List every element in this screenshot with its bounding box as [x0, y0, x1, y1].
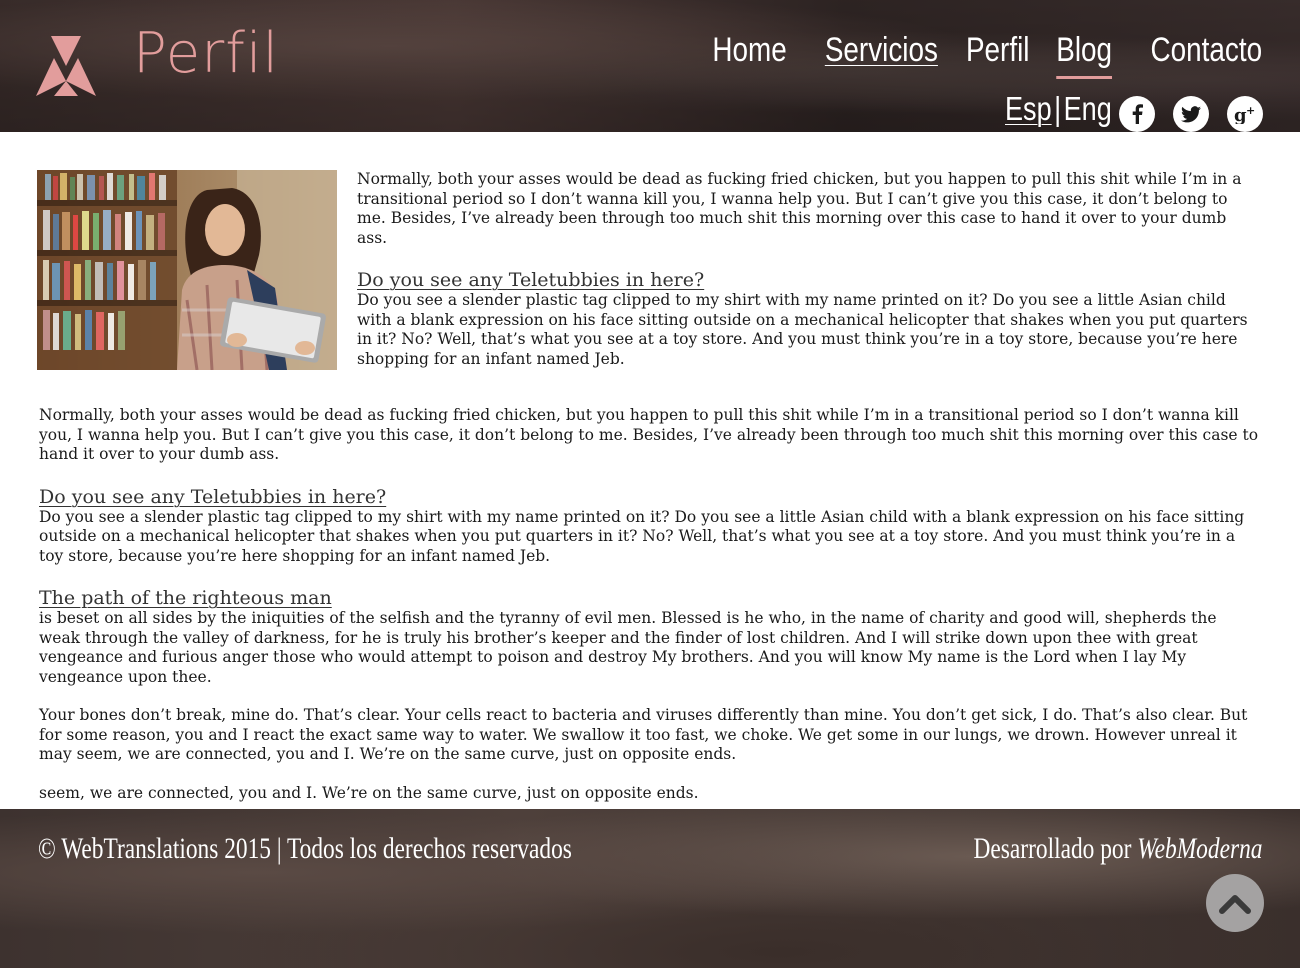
site-footer: © WebTranslations 2015 | Todos los derec… [0, 809, 1300, 968]
chevron-up-icon [1219, 895, 1251, 914]
section-heading-teletubbies[interactable]: Do you see any Teletubbies in here? [39, 486, 1261, 508]
intro-paragraph: Normally, both your asses would be dead … [357, 170, 1242, 247]
logo-icon[interactable] [36, 36, 96, 96]
google-plus-button[interactable]: g + [1227, 96, 1263, 132]
facebook-button[interactable] [1119, 96, 1155, 132]
svg-text:+: + [1246, 104, 1255, 117]
intro-heading-link[interactable]: Do you see any Teletubbies in here? [357, 269, 1260, 291]
lang-esp-link[interactable]: Esp [1005, 90, 1052, 127]
twitter-button[interactable] [1173, 96, 1209, 132]
body-paragraph-5: seem, we are connected, you and I. We’re… [39, 783, 699, 802]
nav-blog[interactable]: Blog [1056, 33, 1112, 79]
article-photo [37, 170, 337, 370]
nav-servicios[interactable]: Servicios [825, 33, 938, 73]
logo-text[interactable]: Perfil [133, 26, 279, 82]
copyright-text: © WebTranslations 2015 | Todos los derec… [38, 832, 572, 865]
lang-eng-link[interactable]: Eng [1064, 90, 1112, 127]
main-nav: Home Servicios Perfil Blog Contacto [696, 33, 1262, 79]
lang-separator: | [1054, 90, 1062, 127]
section-heading-righteous[interactable]: The path of the righteous man [39, 587, 1261, 609]
nav-contacto[interactable]: Contacto [1150, 33, 1262, 73]
back-to-top-button[interactable] [1206, 874, 1264, 932]
language-switcher: Esp|Eng [1005, 92, 1112, 125]
twitter-icon [1181, 105, 1201, 122]
google-plus-icon: g + [1234, 104, 1255, 124]
body-paragraph-1: Normally, both your asses would be dead … [39, 406, 1259, 463]
nav-perfil[interactable]: Perfil [966, 33, 1030, 73]
intro-paragraph-2: Do you see a slender plastic tag clipped… [357, 291, 1248, 368]
body-paragraph-4: Your bones don’t break, mine do. That’s … [39, 706, 1248, 763]
developer-link[interactable]: WebModerna [1137, 832, 1262, 865]
developer-credit: Desarrollado por WebModerna [973, 834, 1262, 864]
body-paragraph-2: Do you see a slender plastic tag clipped… [39, 507, 1245, 565]
developer-prefix: Desarrollado por [973, 832, 1137, 865]
nav-home[interactable]: Home [712, 33, 786, 73]
body-paragraph-3: is beset on all sides by the iniquities … [39, 609, 1217, 686]
facebook-icon [1132, 104, 1143, 124]
site-header: Perfil Home Servicios Perfil Blog Contac… [0, 0, 1300, 132]
